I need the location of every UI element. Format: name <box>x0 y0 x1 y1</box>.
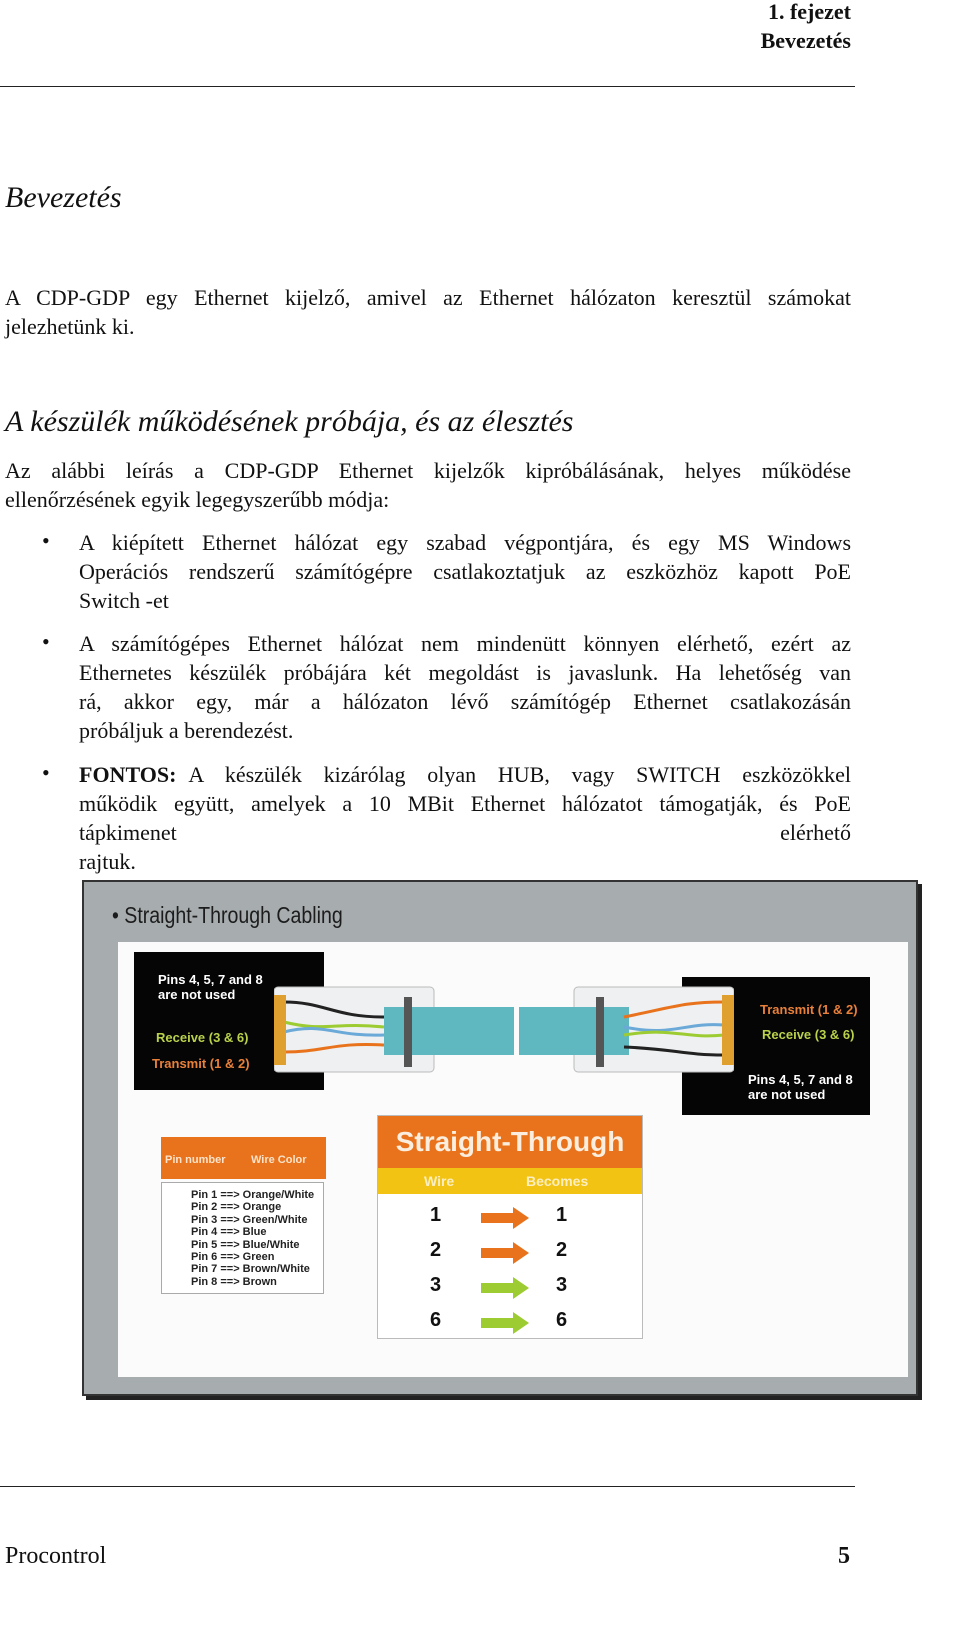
arrow-icon <box>481 1277 529 1299</box>
pin-row: Pin 8 ==> Brown <box>191 1275 277 1288</box>
pin-row: Pin 7 ==> Brown/White <box>191 1263 310 1276</box>
arrow-icon <box>481 1207 529 1229</box>
wire-number: 6 <box>430 1309 442 1331</box>
pin-row: Pin 1 ==> Orange/White <box>191 1189 315 1201</box>
straight-through-table: Straight-Through Wire Becomes 1 1 2 2 3 3 6… <box>377 1115 643 1339</box>
bullet-line: működik együtt, amelyek a 10 MBit Ethern… <box>79 791 851 816</box>
transmit-label: Transmit (1 & 2) <box>760 1002 858 1017</box>
column-header: Becomes <box>526 1173 589 1189</box>
cable-jacket-left <box>384 1007 514 1055</box>
section-heading: Bevezetés <box>5 181 122 214</box>
pin-row: Pin 2 ==> Orange <box>191 1201 282 1214</box>
cable-jacket-right <box>519 1007 629 1055</box>
header-chapter: 1. fejezet <box>767 0 851 24</box>
bullet-line: rajtuk. <box>79 849 136 874</box>
figure-title: • Straight-Through Cabling <box>112 902 343 928</box>
bullet-icon: • <box>42 629 50 654</box>
receive-label: Receive (3 & 6) <box>762 1027 855 1042</box>
bullet-icon: • <box>42 528 50 553</box>
column-header: Wire Color <box>251 1154 307 1166</box>
transmit-label: Transmit (1 & 2) <box>152 1056 250 1071</box>
footer-company: Procontrol <box>5 1543 107 1569</box>
table-title: Straight-Through <box>378 1116 642 1168</box>
header-title: Bevezetés <box>760 28 851 53</box>
paragraph-line: A CDP-GDP egy Ethernet kijelző, amivel a… <box>5 285 851 310</box>
bullet-line: tápkimenet elérhető <box>79 820 851 845</box>
arrow-icon <box>481 1242 529 1264</box>
paragraph-line: ellenőrzésének egyik legegyszerűbb módja… <box>5 487 390 512</box>
important-label: FONTOS: <box>79 762 177 787</box>
pin-row: Pin 3 ==> Green/White <box>191 1213 308 1226</box>
pin-color-table: Pin number Wire Color Pin 1 ==> Orange/W… <box>161 1137 326 1297</box>
bullet-line: A számítógépes Ethernet hálózat nem mind… <box>79 631 851 656</box>
pin-row: Pin 5 ==> Blue/White <box>191 1238 300 1251</box>
wire-number: 3 <box>430 1274 442 1296</box>
note-text: are not used <box>748 1087 826 1102</box>
section-heading: A készülék működésének próbája, és az él… <box>5 405 574 438</box>
paragraph-line: jelezhetünk ki. <box>5 314 135 339</box>
column-header: Wire <box>424 1173 455 1189</box>
becomes-number: 2 <box>556 1239 568 1261</box>
note-text: are not used <box>158 987 236 1002</box>
bullet-line: rá, akkor egy, már a hálózaton lévő szám… <box>79 689 851 714</box>
receive-label: Receive (3 & 6) <box>156 1030 249 1045</box>
table-header: Wire Becomes <box>378 1168 642 1194</box>
bullet-line: FONTOS: A készülék kizárólag olyan HUB, … <box>79 760 851 789</box>
note-text: Pins 4, 5, 7 and 8 <box>158 972 263 987</box>
cable-illustration <box>274 986 734 1073</box>
arrow-icon <box>481 1312 529 1334</box>
becomes-number: 6 <box>556 1309 568 1331</box>
bullet-text: A készülék kizárólag olyan HUB, vagy SWI… <box>188 762 851 787</box>
page-number: 5 <box>838 1543 850 1569</box>
bullet-line: A kiépített Ethernet hálózat egy szabad … <box>79 530 851 555</box>
bullet-icon: • <box>42 760 50 785</box>
pin-table-body: Pin 1 ==> Orange/White Pin 2 ==> Orange Pi… <box>161 1182 324 1294</box>
header-rule <box>0 86 855 87</box>
footer-rule <box>0 1486 855 1487</box>
column-header: Pin number <box>165 1154 226 1166</box>
wire-number: 1 <box>430 1204 442 1226</box>
bullet-line: Ethernetes készülék próbájára két megold… <box>79 660 851 685</box>
paragraph-line: Az alábbi leírás a CDP-GDP Ethernet kije… <box>5 458 851 483</box>
becomes-number: 3 <box>556 1274 568 1296</box>
bullet-line: Operációs rendszerű számítógépre csatlak… <box>79 559 851 584</box>
bullet-line: Switch -et <box>79 588 169 613</box>
note-text: Pins 4, 5, 7 and 8 <box>748 1072 853 1087</box>
pin-table-header: Pin number Wire Color <box>161 1137 326 1179</box>
straight-through-cabling-figure: • Straight-Through Cabling Pins 4, 5, 7 … <box>82 880 918 1396</box>
pin-row: Pin 6 ==> Green <box>191 1251 275 1264</box>
becomes-number: 1 <box>556 1204 568 1226</box>
pin-row: Pin 4 ==> Blue <box>191 1226 267 1239</box>
wire-number: 2 <box>430 1239 442 1261</box>
bullet-line: próbáljuk a berendezést. <box>79 718 294 743</box>
